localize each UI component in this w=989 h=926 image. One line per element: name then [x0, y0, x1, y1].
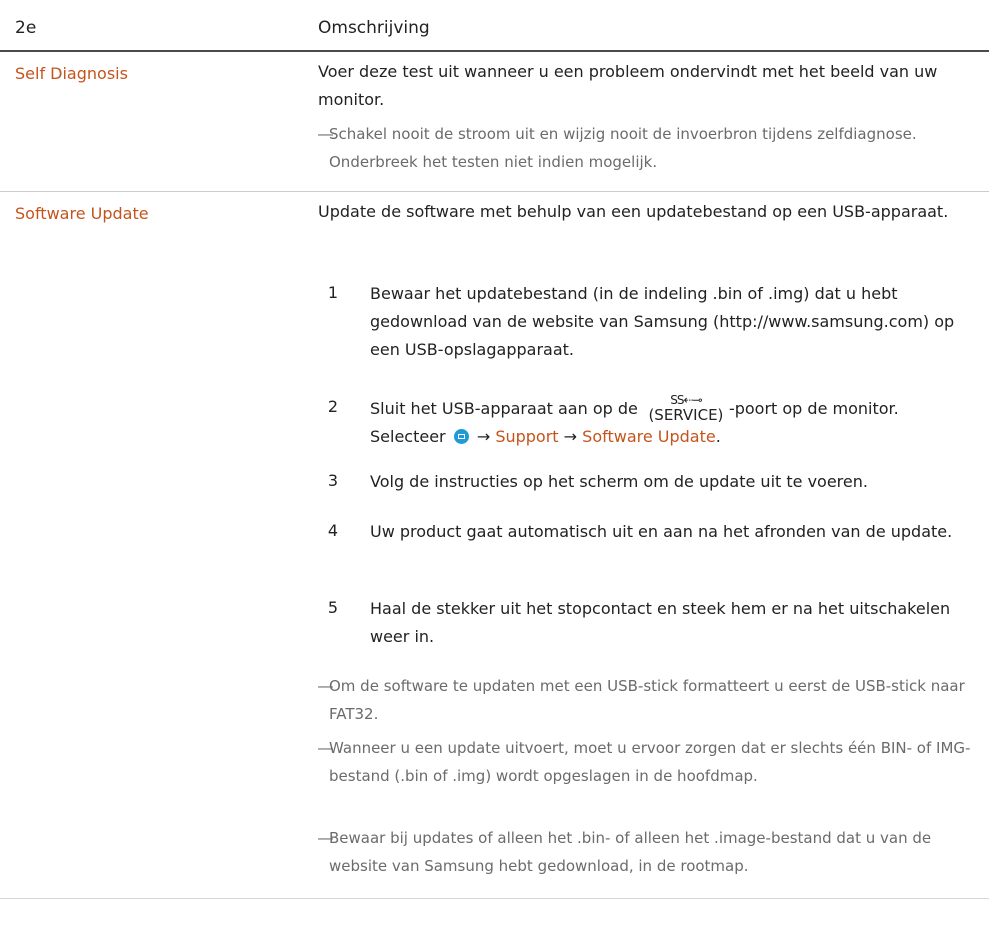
- usb-service-port-label: (SERVICE): [648, 406, 724, 424]
- note-text: Bewaar bij updates of alleen het .bin- o…: [329, 829, 932, 875]
- note-dash: ―: [318, 677, 333, 695]
- software-update-note-2: ― Wanneer u een update uitvoert, moet u …: [318, 734, 978, 790]
- note-dash: ―: [318, 739, 333, 757]
- step-number-3: 3: [327, 471, 338, 490]
- row-label-software-update: Software Update: [15, 204, 149, 223]
- software-update-note-3: ― Bewaar bij updates of alleen het .bin-…: [318, 824, 978, 880]
- table-bottom-border: [0, 898, 989, 899]
- step-3-text: Volg de instructies op het scherm om de …: [370, 472, 868, 491]
- header-column-setting: 2e: [15, 18, 37, 38]
- step-5-text: Haal de stekker uit het stopcontact en s…: [370, 599, 951, 646]
- note-text: Schakel nooit de stroom uit en wijzig no…: [329, 125, 917, 171]
- self-diagnosis-note: ― Schakel nooit de stroom uit en wijzig …: [318, 120, 978, 176]
- note-text: Wanneer u een update uitvoert, moet u er…: [329, 739, 971, 785]
- menu-button-icon: [453, 429, 469, 444]
- step-2-text-before-port: Sluit het USB-apparaat aan op de: [370, 399, 638, 418]
- usb-superspeed-icon: SS⇠⊸ (SERVICE): [643, 393, 729, 424]
- step-number-4: 4: [327, 521, 338, 540]
- step-number-2: 2: [327, 397, 338, 416]
- table-header-row: 2e Omschrijving: [0, 0, 989, 52]
- step-2-text-after-port: -poort op de monitor.: [728, 399, 899, 418]
- note-dash: ―: [318, 829, 333, 847]
- arrow-1: →: [476, 427, 491, 446]
- step-4-text: Uw product gaat automatisch uit en aan n…: [370, 522, 953, 541]
- end-period: .: [715, 427, 721, 446]
- note-text: Om de software te updaten met een USB-st…: [329, 677, 965, 723]
- step-2-text: Sluit het USB-apparaat aan op de SS⇠⊸ (S…: [370, 393, 980, 451]
- software-update-description: Update de software met behulp van een up…: [318, 202, 949, 221]
- note-dash: ―: [318, 125, 333, 143]
- step-number-1: 1: [327, 283, 338, 302]
- step-number-5: 5: [327, 598, 338, 617]
- row-label-self-diagnosis: Self Diagnosis: [15, 64, 128, 83]
- menu-path-support: Support: [495, 427, 559, 446]
- header-column-description: Omschrijving: [318, 18, 430, 38]
- row-divider: [0, 191, 989, 192]
- self-diagnosis-description: Voer deze test uit wanneer u een problee…: [318, 62, 938, 109]
- select-prefix: Selecteer: [370, 427, 446, 446]
- software-update-note-1: ― Om de software te updaten met een USB-…: [318, 672, 978, 728]
- arrow-2: →: [563, 427, 578, 446]
- menu-path-software-update: Software Update: [582, 427, 716, 446]
- step-1-text: Bewaar het updatebestand (in de indeling…: [370, 284, 955, 359]
